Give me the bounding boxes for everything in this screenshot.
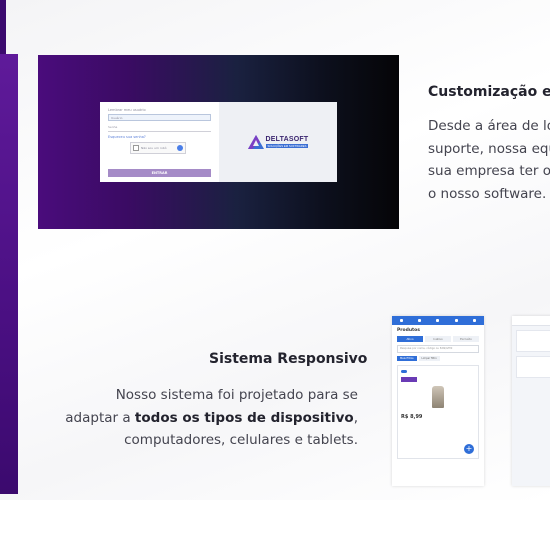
login-form: Lembrar meu usuário Usuário Senha Esquec… — [100, 102, 219, 182]
mobile-tab: Ativo — [397, 336, 423, 342]
mobile-page-title: Produtos — [397, 328, 420, 333]
responsive-line-2-suffix: , — [353, 409, 358, 426]
delta-logo-icon — [247, 135, 264, 149]
recaptcha-icon — [177, 145, 183, 151]
customization-line: sua empresa ter o — [428, 163, 550, 179]
user-field: Usuário — [108, 114, 211, 121]
customization-title: Customização e — [428, 84, 550, 100]
tablet-screenshot — [512, 316, 550, 486]
search-icon — [436, 319, 440, 322]
customization-text: Desde a área de lo suporte, nossa equ su… — [428, 115, 550, 205]
captcha-checkbox-icon — [133, 145, 139, 151]
login-brand-panel: DELTASOFT SOLUÇÕES EM SOFTWARES — [219, 102, 337, 182]
menu-icon — [399, 319, 403, 322]
mobile-toggle-icon — [401, 369, 407, 373]
mobile-top-bar — [392, 316, 484, 325]
mobile-price: R$ 8,99 — [401, 414, 423, 420]
side-accent-bar — [0, 54, 18, 494]
tablet-row — [516, 330, 550, 352]
responsive-line-2: adaptar a todos os tipos de dispositivo, — [65, 407, 358, 430]
password-field: Senha — [108, 124, 211, 132]
mobile-product-card: R$ 8,99 + — [397, 365, 479, 459]
responsive-line-1: Nosso sistema foi projetado para se — [115, 387, 358, 403]
customization-line: suporte, nossa equ — [428, 140, 550, 157]
remember-user-label: Lembrar meu usuário — [108, 108, 146, 112]
logo-name: DELTASOFT — [265, 136, 309, 143]
mobile-screenshot: Produtos Ativo Inativo Excluído Pesquise… — [392, 316, 484, 486]
responsive-line-2-bold: todos os tipos de dispositivo — [134, 409, 354, 426]
user-icon — [454, 319, 458, 322]
tablet-top-bar — [512, 316, 550, 326]
more-icon — [473, 319, 477, 322]
login-mockup: Lembrar meu usuário Usuário Senha Esquec… — [100, 102, 337, 182]
mobile-filter-chips: Mais filtros Limpar filtro — [397, 356, 479, 361]
product-image — [432, 386, 444, 408]
add-fab-icon: + — [464, 444, 474, 454]
forgot-password-link: Esqueceu sua senha? — [108, 135, 146, 139]
responsive-title: Sistema Responsivo — [209, 351, 368, 367]
top-accent-bar — [0, 0, 6, 54]
responsive-line-2-prefix: adaptar a — [65, 409, 135, 426]
mobile-chip: Mais filtros — [397, 356, 417, 361]
mobile-search: Pesquise por nome, código ou EAN/GTIN — [397, 345, 479, 353]
mobile-tab: Inativo — [425, 336, 451, 342]
captcha-label: Não sou um robô — [141, 145, 167, 150]
logo-tagline: SOLUÇÕES EM SOFTWARES — [265, 144, 309, 148]
mobile-chip: Limpar filtro — [418, 356, 440, 361]
customization-line: Desde a área de lo — [428, 118, 550, 134]
captcha-box: Não sou um robô — [130, 142, 186, 154]
mobile-tab: Excluído — [453, 336, 479, 342]
responsive-text: Nosso sistema foi projetado para se adap… — [65, 384, 358, 452]
customization-image: Lembrar meu usuário Usuário Senha Esquec… — [38, 55, 399, 229]
login-button: ENTRAR — [108, 169, 211, 177]
mobile-badge — [401, 377, 417, 382]
responsive-line-3: computadores, celulares e tablets. — [124, 432, 358, 448]
mobile-tabs: Ativo Inativo Excluído — [397, 336, 479, 342]
customization-line: o nosso software. — [428, 185, 547, 202]
deltasoft-logo: DELTASOFT SOLUÇÕES EM SOFTWARES — [247, 135, 309, 149]
back-icon — [418, 319, 422, 322]
tablet-row — [516, 356, 550, 378]
